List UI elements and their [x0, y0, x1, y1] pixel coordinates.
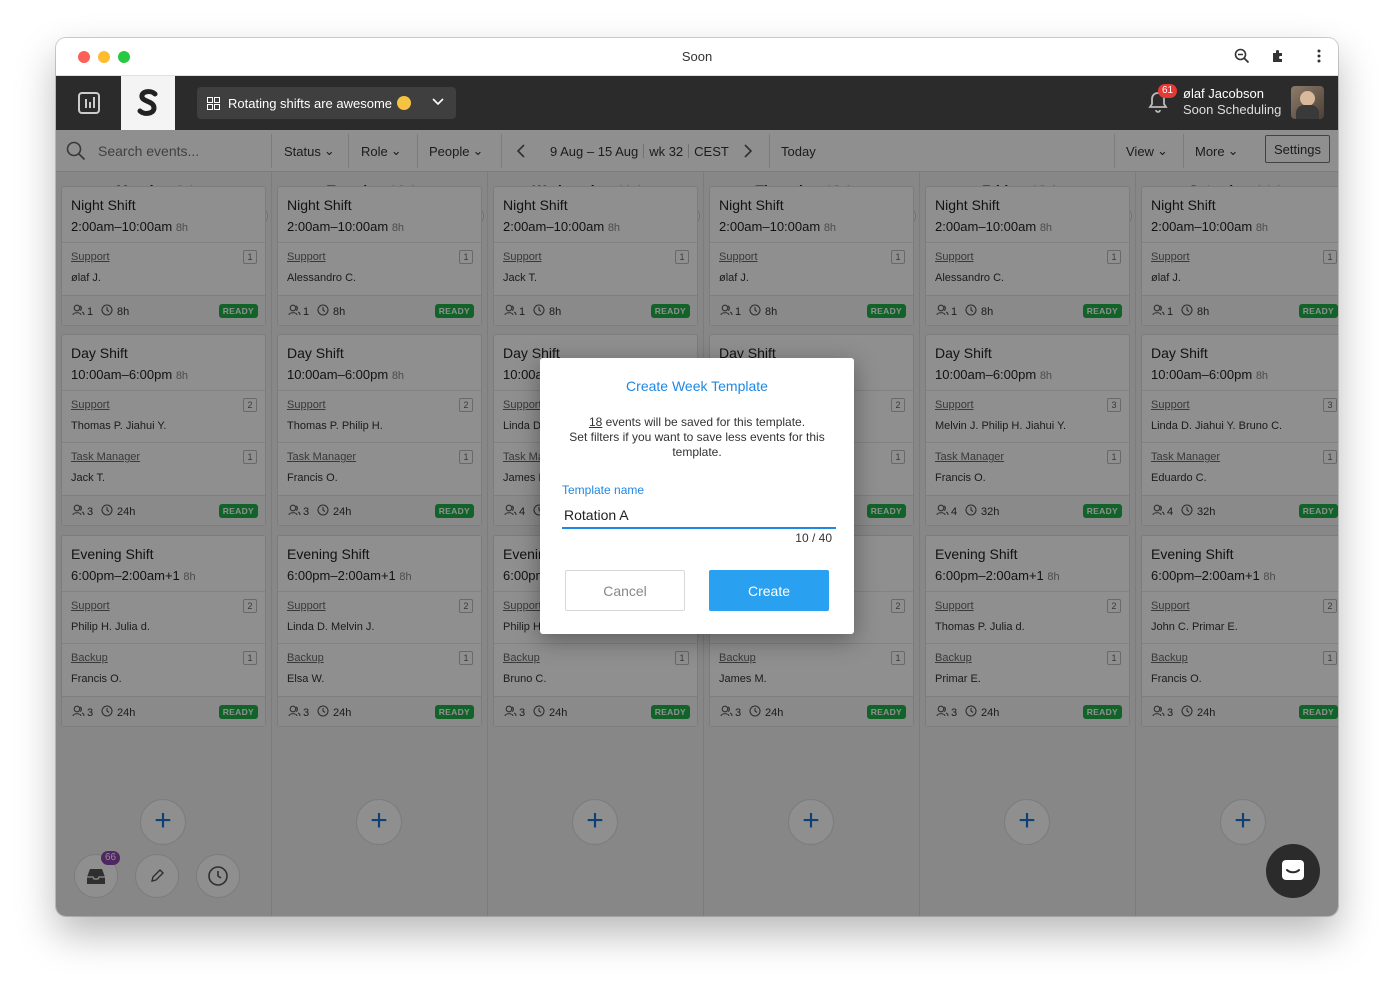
- window-title: Soon: [681, 49, 713, 64]
- char-counter: 10 / 40: [795, 531, 832, 545]
- chat-icon: [1282, 860, 1304, 880]
- soon-logo[interactable]: [121, 76, 175, 130]
- chat-support-button[interactable]: [1266, 844, 1320, 898]
- user-name: ølaf Jacobson: [1183, 86, 1264, 101]
- project-selector[interactable]: Rotating shifts are awesome: [197, 87, 456, 119]
- dashboard-icon[interactable]: [56, 76, 121, 130]
- cancel-button[interactable]: Cancel: [565, 570, 685, 611]
- title-bar: Soon: [56, 38, 1338, 76]
- create-week-template-dialog: Create Week Template 18 events will be s…: [540, 358, 854, 634]
- notification-badge: 61: [1158, 84, 1178, 98]
- emoji-icon: [397, 96, 412, 110]
- grid-icon: [207, 96, 220, 110]
- project-name: Rotating shifts are awesome: [228, 95, 393, 111]
- event-count: 18: [588, 415, 603, 429]
- create-button[interactable]: Create: [709, 570, 829, 611]
- browser-window: Soon Rotating shifts are awesome 61 ølaf…: [56, 38, 1338, 916]
- zoom-icon[interactable]: [1233, 48, 1251, 66]
- notifications-button[interactable]: 61: [1146, 84, 1178, 116]
- avatar[interactable]: [1291, 86, 1324, 119]
- template-name-input[interactable]: [562, 503, 836, 529]
- chevron-down-icon: [432, 95, 444, 110]
- more-menu-icon[interactable]: [1310, 48, 1328, 66]
- extensions-icon[interactable]: [1269, 48, 1287, 66]
- template-name-label: Template name: [562, 483, 645, 497]
- user-org: Soon Scheduling: [1183, 102, 1282, 117]
- dialog-title: Create Week Template: [626, 378, 768, 394]
- app-header: Rotating shifts are awesome 61 ølaf Jaco…: [56, 76, 1338, 130]
- dialog-description: 18 events will be saved for this templat…: [569, 415, 825, 459]
